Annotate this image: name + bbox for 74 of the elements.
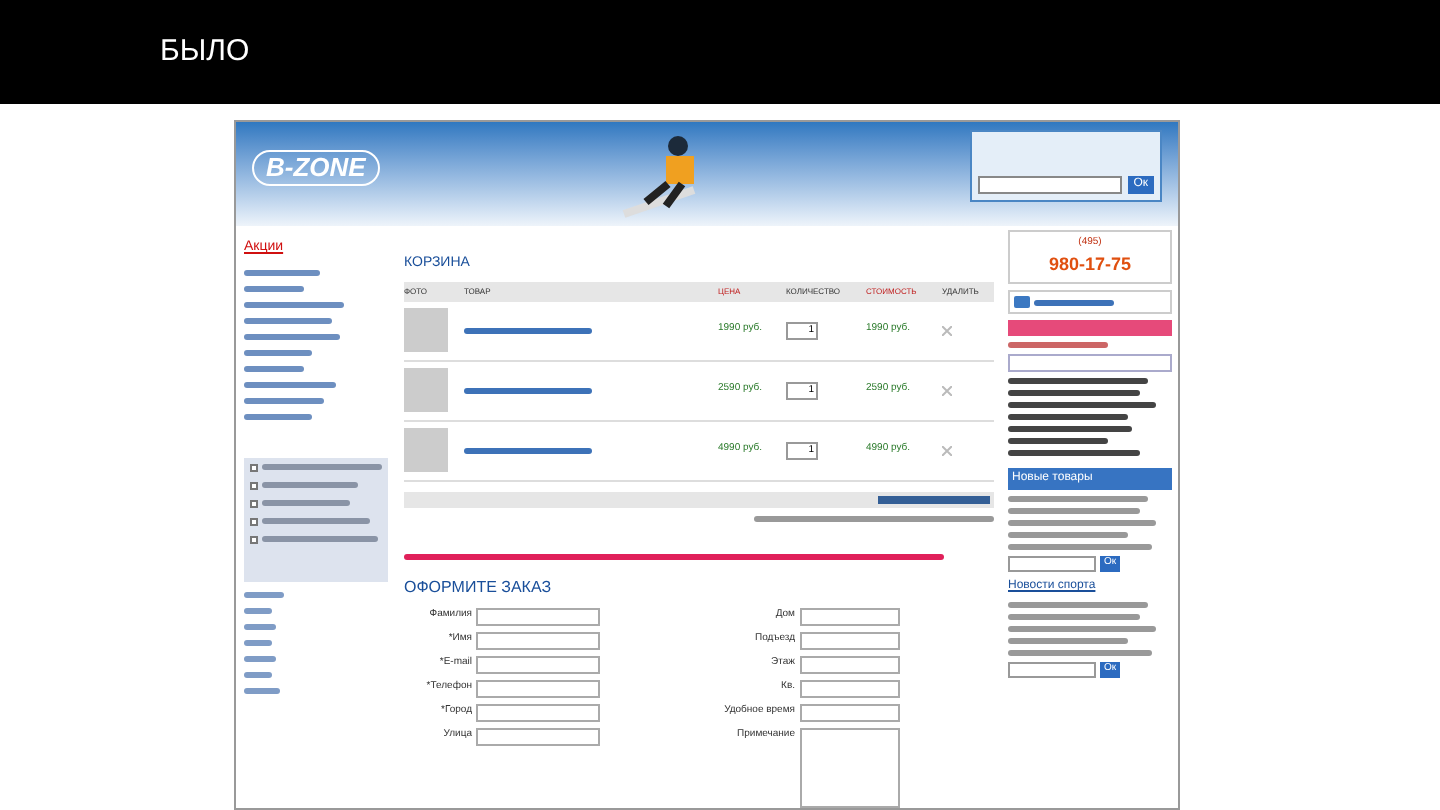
input-field[interactable] bbox=[799, 703, 899, 721]
input-field[interactable] bbox=[799, 607, 899, 625]
delete-icon[interactable] bbox=[942, 325, 952, 335]
blurred-text-drawing bbox=[1008, 390, 1140, 396]
blurred-text-drawing bbox=[1008, 426, 1132, 432]
blurred-text-drawing bbox=[1008, 414, 1128, 420]
input-field[interactable] bbox=[799, 655, 899, 673]
delete-icon[interactable] bbox=[942, 445, 952, 455]
blurred-text-drawing bbox=[244, 349, 312, 355]
phone-number: 980-17-75 bbox=[1048, 251, 1132, 277]
blurred-text-drawing bbox=[244, 655, 276, 661]
blurred-text-drawing bbox=[464, 387, 592, 393]
blurred-text-drawing bbox=[1008, 638, 1128, 644]
blurred-text-drawing bbox=[1008, 438, 1108, 444]
delete-icon[interactable] bbox=[942, 385, 952, 395]
checkout-button[interactable] bbox=[878, 495, 990, 503]
blurred-text-drawing bbox=[464, 327, 592, 333]
blurred-text-drawing bbox=[244, 381, 336, 387]
blurred-text-drawing bbox=[262, 518, 370, 524]
blurred-text-drawing bbox=[244, 301, 344, 307]
checkbox[interactable] bbox=[250, 517, 258, 525]
blurred-text-drawing bbox=[262, 482, 358, 488]
blurred-text-drawing bbox=[244, 365, 304, 371]
logo: B-ZONE bbox=[252, 150, 380, 186]
blurred-text-drawing bbox=[244, 333, 340, 339]
blurred-text-drawing bbox=[244, 639, 272, 645]
blurred-text-drawing bbox=[1008, 532, 1128, 538]
checkbox[interactable] bbox=[250, 481, 258, 489]
blurred-text-drawing bbox=[1008, 342, 1108, 348]
input-field[interactable] bbox=[476, 679, 600, 697]
select-field[interactable] bbox=[1008, 556, 1096, 572]
photo-placeholder bbox=[404, 368, 448, 412]
blurred-text-drawing bbox=[244, 591, 284, 597]
blurred-text-drawing bbox=[1008, 496, 1148, 502]
input-field[interactable] bbox=[476, 631, 600, 649]
blurred-text-drawing bbox=[1008, 602, 1148, 608]
order-title: ОФОРМИТЕ ЗАКАЗ bbox=[404, 575, 554, 599]
blurred-text-drawing bbox=[262, 536, 378, 542]
blurred-text-drawing bbox=[262, 500, 350, 506]
blurred-text-drawing bbox=[244, 397, 324, 403]
search-field[interactable] bbox=[978, 176, 1122, 194]
checkbox[interactable] bbox=[250, 463, 258, 471]
blurred-text-drawing bbox=[244, 607, 272, 613]
input-field[interactable] bbox=[476, 607, 600, 625]
blurred-text-drawing bbox=[1008, 544, 1152, 550]
input-field[interactable] bbox=[476, 655, 600, 673]
photo-placeholder bbox=[404, 428, 448, 472]
blurred-text-drawing bbox=[262, 464, 382, 470]
blurred-text-drawing bbox=[244, 623, 276, 629]
blurred-text-drawing bbox=[244, 687, 280, 693]
blurred-text-drawing bbox=[464, 447, 592, 453]
input-field[interactable] bbox=[799, 631, 899, 649]
photo-placeholder bbox=[404, 308, 448, 352]
blurred-text-drawing bbox=[1008, 508, 1140, 514]
blurred-text-drawing bbox=[244, 317, 332, 323]
blurred-text-drawing bbox=[1008, 450, 1140, 456]
slide-title: БЫЛО bbox=[160, 31, 250, 72]
input-field[interactable] bbox=[799, 727, 899, 807]
blurred-text-drawing bbox=[1008, 614, 1140, 620]
blurred-text-drawing bbox=[244, 285, 304, 291]
input-field[interactable] bbox=[799, 679, 899, 697]
blurred-text-drawing bbox=[1008, 378, 1148, 384]
checkbox[interactable] bbox=[250, 535, 258, 543]
select-field[interactable] bbox=[1008, 662, 1096, 678]
checkbox[interactable] bbox=[250, 499, 258, 507]
wallet-icon bbox=[1014, 296, 1030, 308]
blurred-text-drawing bbox=[244, 413, 312, 419]
input-field[interactable] bbox=[476, 703, 600, 721]
input-field[interactable] bbox=[476, 727, 600, 745]
blurred-text-drawing bbox=[244, 671, 272, 677]
text-button[interactable] bbox=[1008, 354, 1172, 372]
blurred-text-drawing bbox=[244, 269, 320, 275]
blurred-text-drawing bbox=[1034, 299, 1114, 305]
blurred-text-drawing bbox=[1008, 650, 1152, 656]
